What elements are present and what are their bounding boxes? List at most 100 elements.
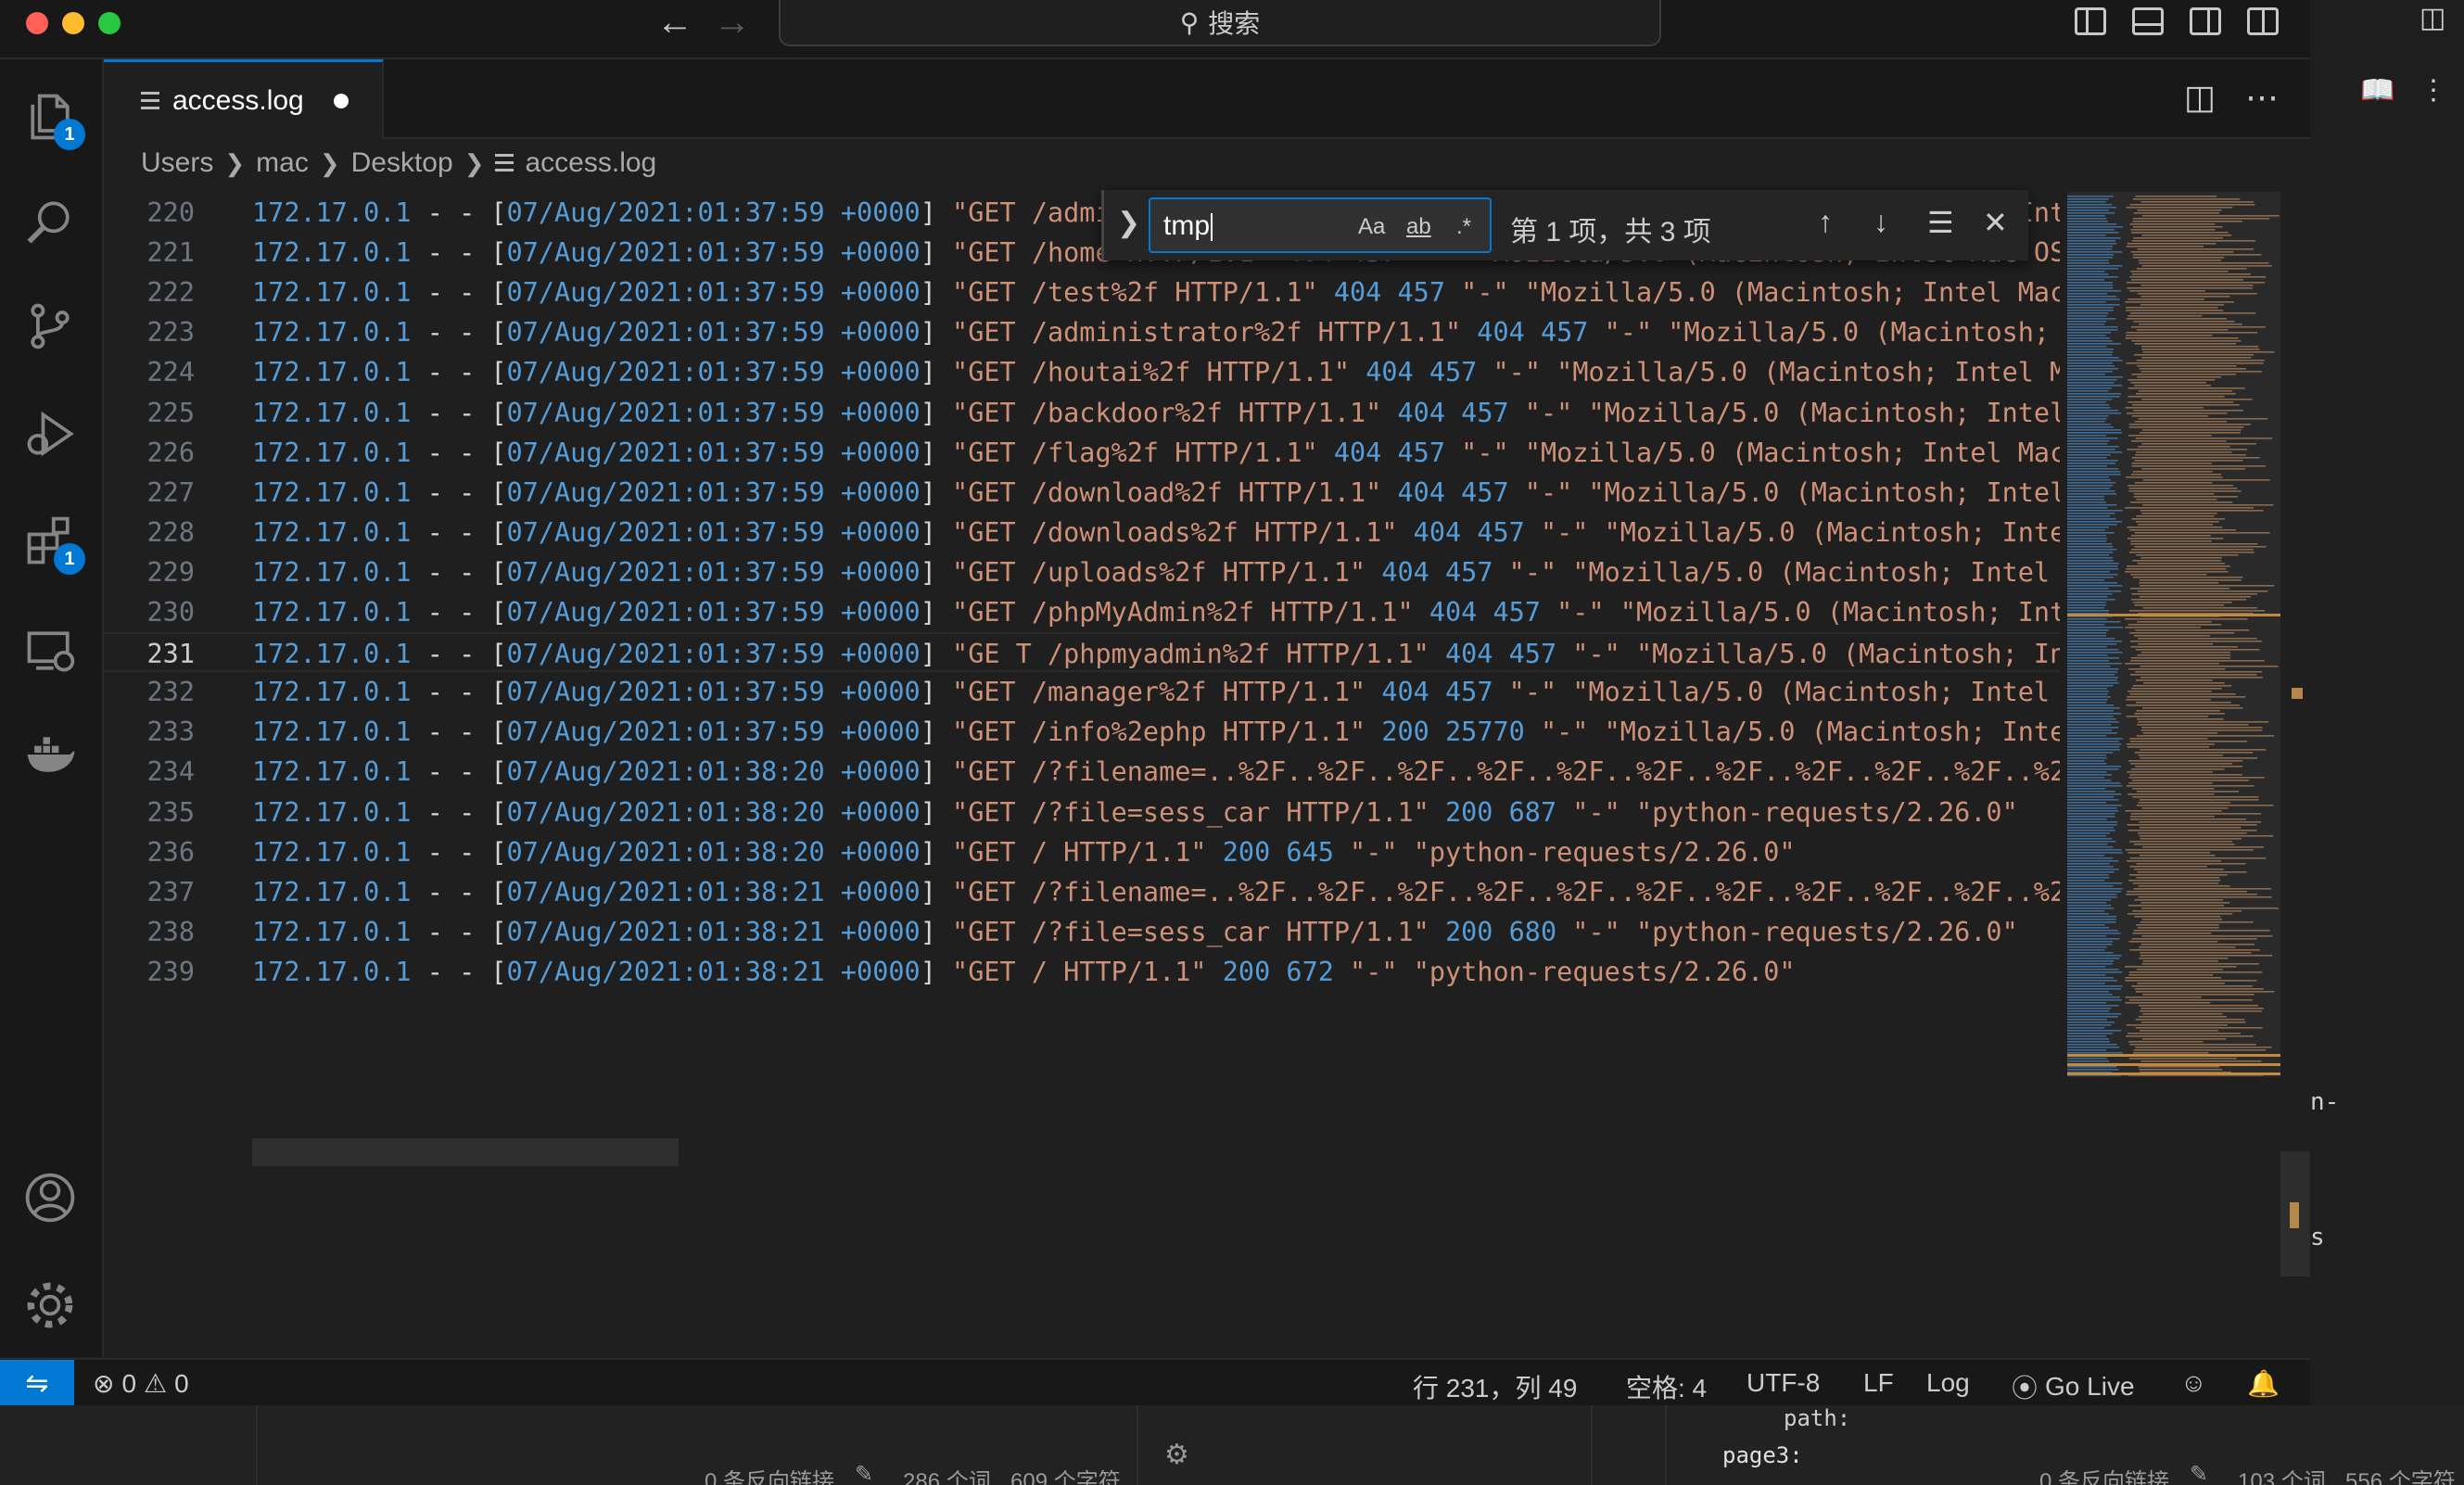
code-line[interactable]: 227 172.17.0.1 - - [07/Aug/2021:01:37:59 … [104,473,2060,513]
code-line[interactable]: 229 172.17.0.1 - - [07/Aug/2021:01:37:59 … [104,552,2060,592]
remote-indicator-icon[interactable]: ⇋ [0,1360,74,1405]
indentation-setting[interactable]: 空格: 4 [1626,1368,1707,1405]
vertical-scrollbar[interactable] [2280,1151,2310,1276]
code-line[interactable]: 236 172.17.0.1 - - [07/Aug/2021:01:38:20 … [104,832,2060,872]
eol-setting[interactable]: LF [1863,1368,1894,1398]
more-actions-icon[interactable]: ⋯ [2245,78,2279,117]
minimap-line [2067,390,2109,392]
encoding-setting[interactable]: UTF-8 [1746,1368,1820,1398]
minimap-line [2067,438,2118,439]
find-in-selection-icon[interactable]: ☰ [1927,205,1954,240]
chevron-right-icon[interactable]: ❯ [1117,207,1140,239]
feedback-icon[interactable]: ☺ [2180,1368,2207,1398]
arrow-up-icon[interactable]: ↑ [1818,205,1833,239]
code-line[interactable]: 230 172.17.0.1 - - [07/Aug/2021:01:37:59 … [104,592,2060,632]
minimap-line [2067,821,2118,823]
code-editor[interactable]: 220 172.17.0.1 - - [07/Aug/2021:01:37:59 … [104,192,2060,1358]
toggle-panel-icon[interactable] [2132,7,2164,35]
minimap-line [2136,877,2220,879]
language-mode[interactable]: Log [1926,1368,1970,1398]
minimap-line [2067,863,2110,865]
minimap-line [2067,254,2114,256]
find-input[interactable]: tmp Aa ab .* [1149,197,1492,253]
toggle-secondary-sidebar-icon[interactable] [2190,7,2221,35]
forward-arrow-icon[interactable]: → [714,2,751,44]
code-line[interactable]: 225 172.17.0.1 - - [07/Aug/2021:01:37:59 … [104,393,2060,433]
window-maximize-button[interactable] [98,12,121,34]
minimap-line [2128,974,2214,976]
toggle-primary-sidebar-icon[interactable] [2075,7,2106,35]
docker-icon[interactable] [20,725,80,784]
problems-indicator[interactable]: ⊗ 0 ⚠ 0 [93,1368,189,1399]
code-text: 172.17.0.1 - - [07/Aug/2021:01:38:20 +00… [252,756,2060,788]
whole-word-icon[interactable]: ab [1406,214,1431,240]
back-arrow-icon[interactable]: ← [656,2,693,44]
minimap-line [2067,1010,2110,1012]
match-case-icon[interactable]: Aa [1358,214,1385,240]
regex-icon[interactable]: .* [1456,214,1471,240]
code-line[interactable]: 233 172.17.0.1 - - [07/Aug/2021:01:37:59 … [104,712,2060,752]
code-line[interactable]: 223 172.17.0.1 - - [07/Aug/2021:01:37:59 … [104,312,2060,352]
minimap-line [2067,465,2107,467]
minimap-match-highlight [2067,1063,2280,1066]
minimap-line [2067,755,2106,756]
minimap-line [2067,607,2105,609]
minimap[interactable] [2067,192,2280,1077]
customize-layout-icon[interactable] [2247,7,2279,35]
breadcrumb-item[interactable]: access.log [525,147,656,179]
breadcrumb-item[interactable]: Users [141,147,213,179]
code-line[interactable]: 226 172.17.0.1 - - [07/Aug/2021:01:37:59 … [104,433,2060,473]
minimap-line [2067,1035,2107,1037]
settings-gear-icon[interactable] [20,1276,80,1335]
run-debug-icon[interactable] [20,404,80,463]
unsaved-dot-icon[interactable] [333,93,349,108]
minimap-line [2067,282,2113,284]
minimap-line [2067,460,2118,462]
minimap-line [2067,860,2119,862]
minimap-line [2067,835,2106,837]
minimap-line [2067,913,2109,915]
split-editor-icon[interactable]: ◫ [2184,78,2216,117]
explorer-icon[interactable]: 1 [20,87,85,150]
line-number: 229 [146,556,195,588]
remote-explorer-icon[interactable] [20,621,80,680]
window-minimize-button[interactable] [62,12,84,34]
minimap-line [2140,838,2242,840]
minimap-line [2132,910,2242,912]
cursor-position[interactable]: 行 231，列 49 [1413,1368,1577,1405]
minimap-line [2067,824,2117,826]
go-live-button[interactable]: ⦿ Go Live [2012,1368,2135,1405]
extensions-icon[interactable]: 1 [20,512,85,575]
code-line[interactable]: 237 172.17.0.1 - - [07/Aug/2021:01:38:21 … [104,872,2060,912]
breadcrumb-item[interactable]: Desktop [351,147,453,179]
code-line[interactable]: 232 172.17.0.1 - - [07/Aug/2021:01:37:59 … [104,672,2060,712]
arrow-down-icon[interactable]: ↓ [1873,205,1888,239]
code-line[interactable]: 222 172.17.0.1 - - [07/Aug/2021:01:37:59 … [104,273,2060,312]
code-line[interactable]: 235 172.17.0.1 - - [07/Aug/2021:01:38:20 … [104,793,2060,832]
code-line[interactable]: 224 172.17.0.1 - - [07/Aug/2021:01:37:59 … [104,352,2060,392]
tab-access-log[interactable]: access.log [104,59,384,139]
minimap-line [2127,1033,2241,1034]
minimap-line [2127,891,2248,893]
code-line[interactable]: 228 172.17.0.1 - - [07/Aug/2021:01:37:59 … [104,513,2060,552]
search-icon[interactable] [20,193,80,252]
command-center-search[interactable]: ⚲ 搜索 [779,0,1661,46]
close-icon[interactable]: ✕ [1983,205,2008,240]
code-line[interactable]: 238 172.17.0.1 - - [07/Aug/2021:01:38:21 … [104,912,2060,952]
account-icon[interactable] [20,1168,80,1227]
minimap-line [2067,693,2108,695]
code-line[interactable]: 231 172.17.0.1 - - [07/Aug/2021:01:37:59 … [104,632,2060,673]
minimap-line [2134,604,2225,606]
horizontal-scrollbar[interactable] [252,1138,679,1166]
window-close-button[interactable] [26,12,48,34]
source-control-icon[interactable] [20,297,80,356]
minimap-line [2067,991,2110,993]
breadcrumb-item[interactable]: mac [256,147,309,179]
code-line[interactable]: 234 172.17.0.1 - - [07/Aug/2021:01:38:20 … [104,752,2060,792]
minimap-line [2142,707,2243,709]
minimap-line [2125,849,2254,851]
minimap-line [2127,412,2228,414]
code-line[interactable]: 239 172.17.0.1 - - [07/Aug/2021:01:38:21 … [104,952,2060,992]
minimap-line [2133,410,2243,412]
notifications-bell-icon[interactable]: 🔔 [2247,1368,2280,1399]
